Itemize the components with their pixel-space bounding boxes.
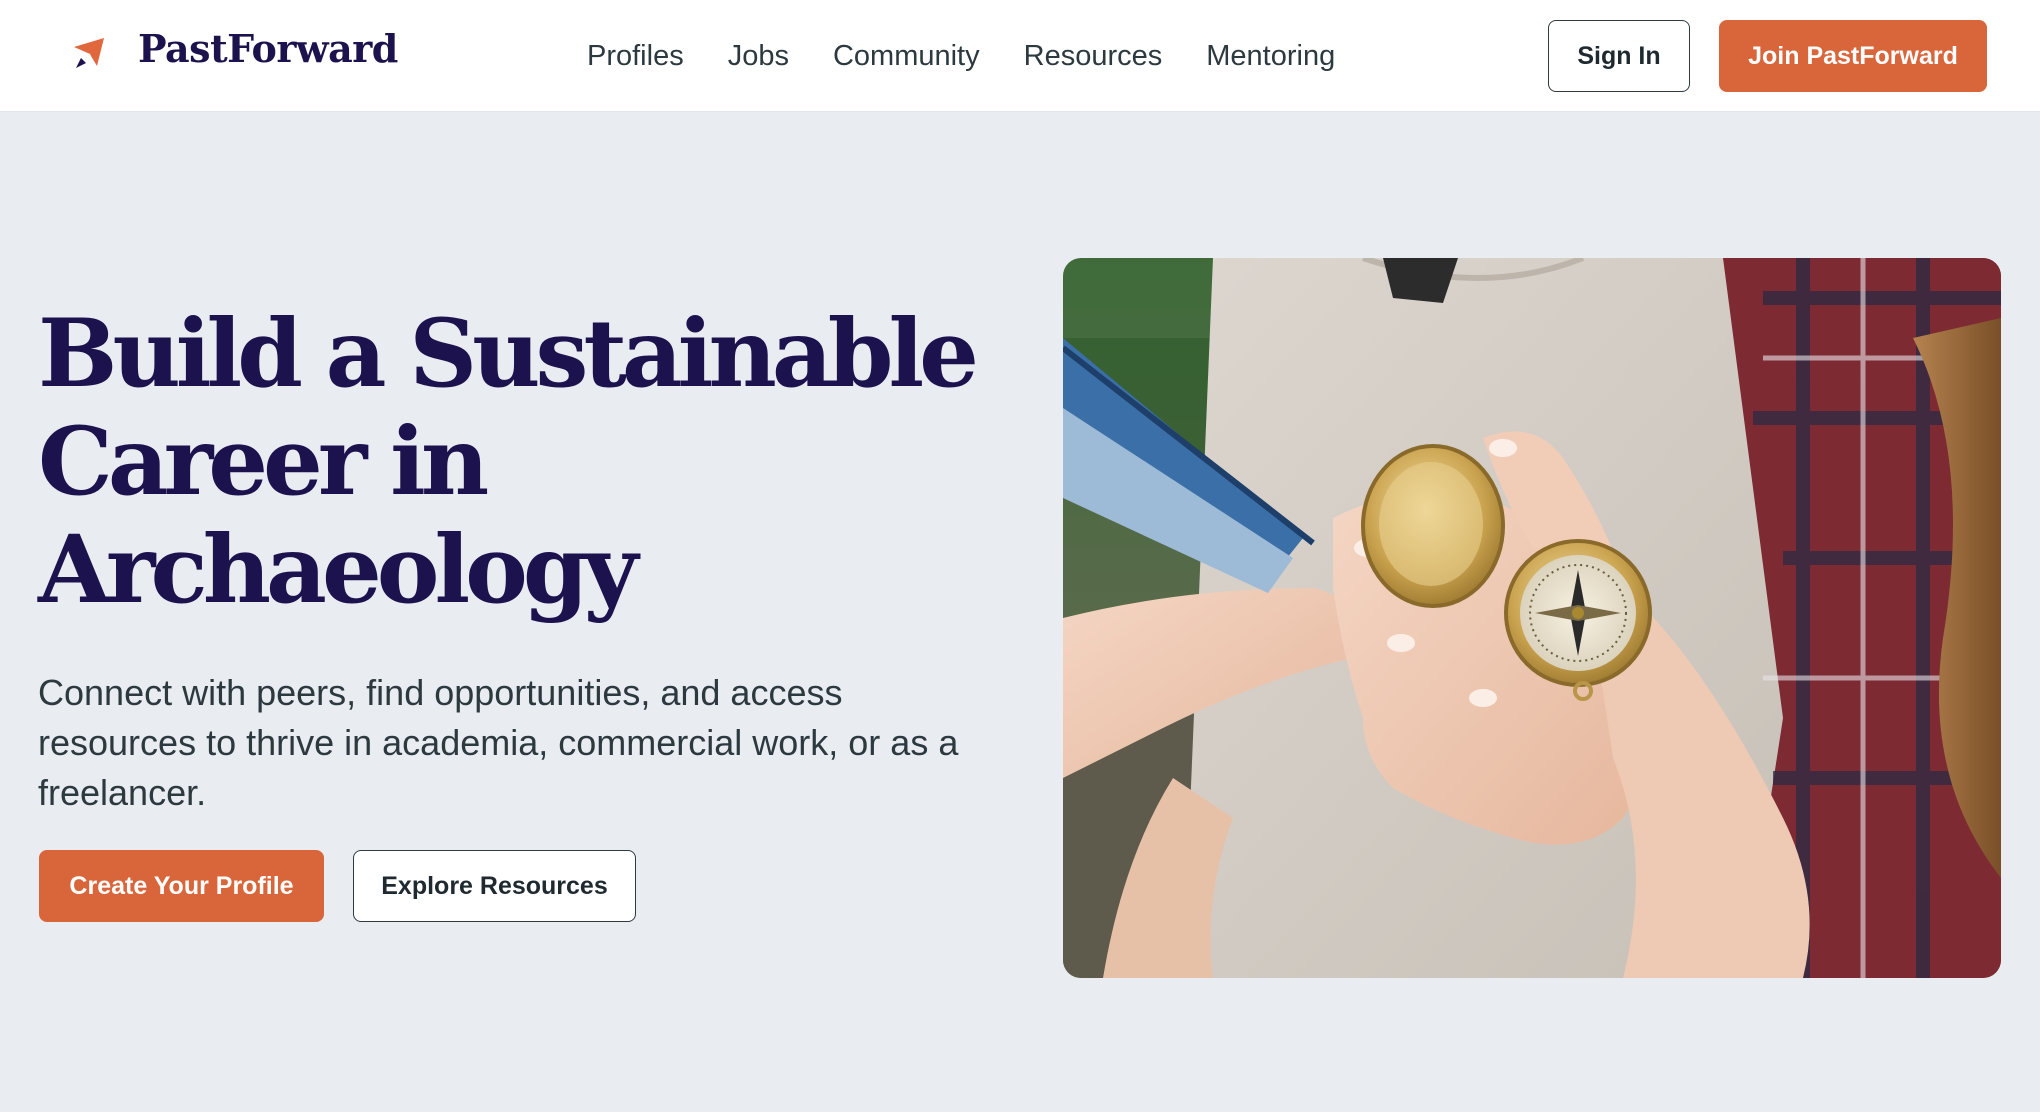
hero-title-line: Archaeology [38,515,638,625]
nav-item-jobs[interactable]: Jobs [728,34,789,78]
nav-item-mentoring[interactable]: Mentoring [1206,34,1335,78]
paper-plane-arrow-icon [74,37,104,68]
nav-item-resources[interactable]: Resources [1024,34,1163,78]
explore-resources-button[interactable]: Explore Resources [353,850,636,922]
nav-item-profiles[interactable]: Profiles [587,34,684,78]
hero-title-line: Career in [38,407,489,517]
site-header: PastForward Profiles Jobs Community Reso… [0,0,2040,112]
hero-subtitle: Connect with peers, find opportunities, … [38,672,959,813]
brand-name: PastForward [138,26,398,71]
hero-title-line: Build a Sustainable [38,299,979,409]
hero-image [1063,258,2001,978]
join-button[interactable]: Join PastForward [1719,20,1987,92]
page: PastForward Profiles Jobs Community Reso… [0,0,2040,1112]
create-profile-button[interactable]: Create Your Profile [39,850,324,922]
logo-link[interactable]: PastForward [72,26,398,71]
hero-title: Build a Sustainable Career in Archaeolog… [38,300,1018,624]
main-nav: Profiles Jobs Community Resources Mentor… [587,34,1335,78]
compass-in-hand-photo [1063,258,2001,978]
nav-item-community[interactable]: Community [833,34,980,78]
sign-in-button[interactable]: Sign In [1548,20,1690,92]
